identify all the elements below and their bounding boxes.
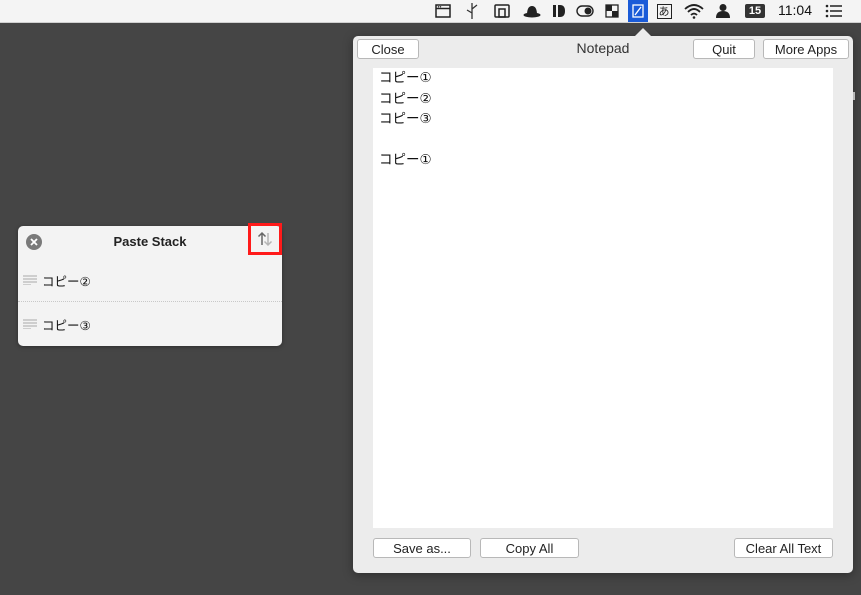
list-icon[interactable] (824, 3, 844, 19)
sort-arrows-icon (257, 231, 273, 247)
id-icon[interactable] (550, 3, 568, 19)
toggle-icon[interactable] (575, 3, 595, 19)
text-line: コピー② (379, 90, 432, 107)
hiragana-glyph: あ (656, 3, 672, 19)
clock[interactable]: 11:04 (775, 2, 815, 18)
grid-icon[interactable] (603, 3, 621, 19)
paste-stack-panel: Paste Stack コピー② コピー③ (18, 223, 282, 346)
more-apps-button[interactable]: More Apps (763, 39, 849, 59)
popover-arrow (634, 28, 652, 37)
paste-stack-title: Paste Stack (113, 234, 187, 249)
hat-icon[interactable] (522, 3, 542, 19)
save-as-button[interactable]: Save as... (373, 538, 471, 558)
scissors-icon[interactable] (463, 3, 481, 19)
hiragana-input-icon[interactable]: あ (655, 3, 673, 19)
list-item-label: コピー③ (42, 317, 91, 333)
list-item[interactable]: コピー② (18, 258, 282, 302)
date-badge: 15 (745, 4, 765, 18)
text-line: コピー① (379, 152, 432, 168)
copy-stack-icon[interactable] (492, 3, 512, 19)
notepad-popover: Close Notepad Quit More Apps コピー① コピー② コ… (353, 28, 853, 573)
menu-bar: あ 15 11:04 (0, 0, 861, 23)
quit-button[interactable]: Quit (693, 39, 755, 59)
text-line: コピー③ (379, 111, 432, 127)
text-lines-icon (23, 275, 37, 285)
text-lines-icon (23, 319, 37, 329)
list-item[interactable]: コピー③ (18, 302, 282, 346)
close-button[interactable]: Close (357, 39, 419, 59)
sort-order-button[interactable] (248, 223, 282, 255)
calendar-badge[interactable]: 15 (745, 3, 765, 19)
user-icon[interactable] (713, 3, 733, 19)
wifi-icon[interactable] (683, 3, 705, 19)
notepad-text-area[interactable]: コピー① コピー② コピー③ コピー① (373, 68, 833, 528)
copy-all-button[interactable]: Copy All (480, 538, 579, 558)
list-item-label: コピー② (42, 273, 91, 289)
clear-all-text-button[interactable]: Clear All Text (734, 538, 833, 558)
text-line (379, 130, 833, 151)
notepad-title: Notepad (576, 40, 630, 56)
text-line: コピー① (379, 70, 432, 86)
window-icon[interactable] (434, 3, 452, 19)
notepad-app-icon[interactable] (628, 0, 648, 22)
